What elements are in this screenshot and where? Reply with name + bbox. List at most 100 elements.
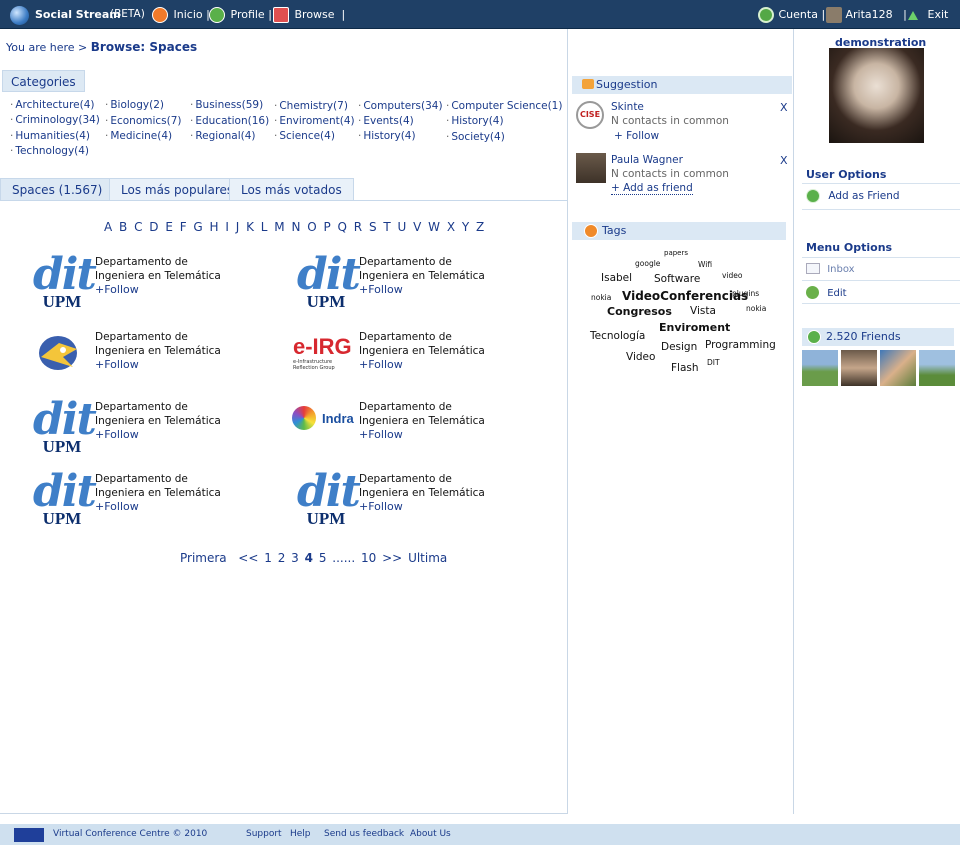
footer-link-help[interactable]: Help — [290, 829, 311, 839]
category-item[interactable]: Business(59) — [190, 99, 263, 111]
category-item[interactable]: Architecture(4) — [10, 99, 94, 111]
category-item[interactable]: History(4) — [446, 115, 503, 127]
tab-spaces[interactable]: Spaces (1.567) — [0, 178, 115, 200]
pager-prev[interactable]: << — [238, 551, 258, 565]
close-icon[interactable]: X — [780, 101, 788, 114]
user-link[interactable]: Arita128 | — [826, 0, 907, 29]
space-card[interactable]: Departamento de Ingeniera en Telemática … — [33, 331, 293, 391]
category-item[interactable]: Enviroment(4) — [274, 115, 354, 127]
friend-thumbnail[interactable] — [802, 350, 838, 386]
category-item[interactable]: Medicine(4) — [105, 130, 172, 142]
category-item[interactable]: Humanities(4) — [10, 130, 90, 142]
tag[interactable]: Tecnología — [590, 330, 645, 342]
tag[interactable]: Design — [661, 341, 697, 353]
category-item[interactable]: History(4) — [358, 130, 415, 142]
tag[interactable]: VideoConferencias — [622, 289, 748, 303]
category-item[interactable]: Biology(2) — [105, 99, 164, 111]
pager-ellipsis: ...... — [332, 551, 356, 565]
tag[interactable]: video — [722, 271, 743, 280]
nav-inicio[interactable]: Inicio | — [152, 0, 210, 29]
pager-page[interactable]: 5 — [319, 551, 327, 565]
inbox-link[interactable]: Inbox — [806, 263, 855, 275]
tag[interactable]: DIT — [707, 358, 720, 367]
space-subtitle: Ingeniera en Telemática — [359, 270, 485, 282]
category-item[interactable]: Regional(4) — [190, 130, 255, 142]
follow-link[interactable]: +Follow — [359, 358, 403, 371]
app-logo[interactable] — [10, 0, 29, 29]
suggestion-name[interactable]: Skinte — [611, 101, 644, 113]
follow-link[interactable]: +Follow — [359, 428, 403, 441]
footer-link-about[interactable]: About Us — [410, 829, 451, 839]
add-friend-link[interactable]: + Add as friend — [611, 182, 693, 195]
category-item[interactable]: Education(16) — [190, 115, 269, 127]
suggestion-name[interactable]: Paula Wagner — [611, 154, 683, 166]
friends-header[interactable]: 2.520 Friends — [802, 328, 954, 346]
close-icon[interactable]: X — [780, 154, 788, 167]
space-card[interactable]: dit UPM Departamento de Ingeniera en Tele… — [297, 253, 557, 316]
space-title: Departamento de — [359, 256, 452, 268]
follow-link[interactable]: + Follow — [614, 130, 659, 142]
nav-label: Browse — [294, 8, 335, 21]
edit-link[interactable]: Edit — [806, 286, 847, 299]
space-card[interactable]: dit UPM Departamento de Ingeniera en Tele… — [33, 470, 293, 533]
friend-thumbnail[interactable] — [841, 350, 877, 386]
alphabet-filter[interactable]: A B C D E F G H I J K L M N O P Q R S T … — [104, 220, 484, 234]
pager-page[interactable]: 2 — [278, 551, 286, 565]
tag[interactable]: Isabel — [601, 272, 632, 284]
tag[interactable]: Enviroment — [659, 321, 730, 334]
category-item[interactable]: Society(4) — [446, 131, 504, 143]
app-name[interactable]: Social Stream — [35, 0, 121, 29]
pager-page[interactable]: 3 — [291, 551, 299, 565]
follow-link[interactable]: +Follow — [95, 358, 139, 371]
category-item[interactable]: Economics(7) — [105, 115, 181, 127]
tag[interactable]: Congresos — [607, 305, 672, 318]
category-item[interactable]: Criminology(34) — [10, 114, 100, 126]
tag[interactable]: Flash — [671, 362, 699, 374]
friends-count: 2.520 Friends — [826, 330, 901, 343]
tag[interactable]: Video — [626, 351, 655, 363]
tab-most-voted[interactable]: Los más votados — [229, 178, 354, 200]
add-as-friend-link[interactable]: Add as Friend — [806, 189, 900, 203]
nav-browse[interactable]: Browse | — [273, 0, 345, 29]
pager-page[interactable]: 10 — [361, 551, 376, 565]
nav-label: Inicio — [173, 8, 203, 21]
space-card[interactable]: e-IRG e-Infrastructure Reflection Group … — [293, 331, 557, 391]
follow-link[interactable]: +Follow — [359, 283, 403, 296]
pager-first[interactable]: Primera — [180, 551, 227, 565]
space-card[interactable]: dit UPM Departamento de Ingeniera en Tele… — [297, 470, 557, 533]
space-card[interactable]: dit UPM Departamento de Ingeniera en Tele… — [33, 253, 293, 316]
tag[interactable]: Vista — [690, 305, 716, 317]
follow-link[interactable]: +Follow — [95, 283, 139, 296]
friend-thumbnail[interactable] — [919, 350, 955, 386]
tag[interactable]: nokia — [591, 293, 611, 302]
tab-popular[interactable]: Los más populares — [109, 178, 246, 200]
tag[interactable]: google — [635, 259, 660, 268]
category-item[interactable]: Technology(4) — [10, 145, 89, 157]
footer-link-support[interactable]: Support — [246, 829, 282, 839]
pager-next[interactable]: >> — [382, 551, 402, 565]
tag[interactable]: papers — [664, 249, 688, 257]
category-item[interactable]: Events(4) — [358, 115, 413, 127]
account-link[interactable]: Cuenta | — [758, 0, 825, 29]
tag[interactable]: Wifi — [698, 260, 712, 269]
nav-profile[interactable]: Profile | — [209, 0, 272, 29]
space-card[interactable]: Indra Departamento de Ingeniera en Telem… — [292, 401, 552, 461]
tag[interactable]: nokia — [746, 304, 766, 313]
follow-link[interactable]: +Follow — [95, 500, 139, 513]
tag[interactable]: plugins — [732, 289, 759, 298]
category-item[interactable]: Chemistry(7) — [274, 100, 348, 112]
pager-last[interactable]: Ultima — [408, 551, 447, 565]
follow-link[interactable]: +Follow — [359, 500, 403, 513]
breadcrumb-current[interactable]: Browse: Spaces — [91, 40, 197, 54]
pager-page[interactable]: 1 — [264, 551, 272, 565]
category-item[interactable]: Computers(34) — [358, 100, 442, 112]
space-card[interactable]: dit UPM Departamento de Ingeniera en Tele… — [33, 398, 293, 461]
category-item[interactable]: Science(4) — [274, 130, 335, 142]
tag[interactable]: Software — [654, 273, 700, 285]
friend-thumbnail[interactable] — [880, 350, 916, 386]
tag[interactable]: Programming — [705, 339, 776, 351]
footer-link-feedback[interactable]: Send us feedback — [324, 829, 404, 839]
exit-link[interactable]: Exit — [908, 0, 948, 29]
follow-link[interactable]: +Follow — [95, 428, 139, 441]
category-item[interactable]: Computer Science(1) — [446, 100, 562, 112]
